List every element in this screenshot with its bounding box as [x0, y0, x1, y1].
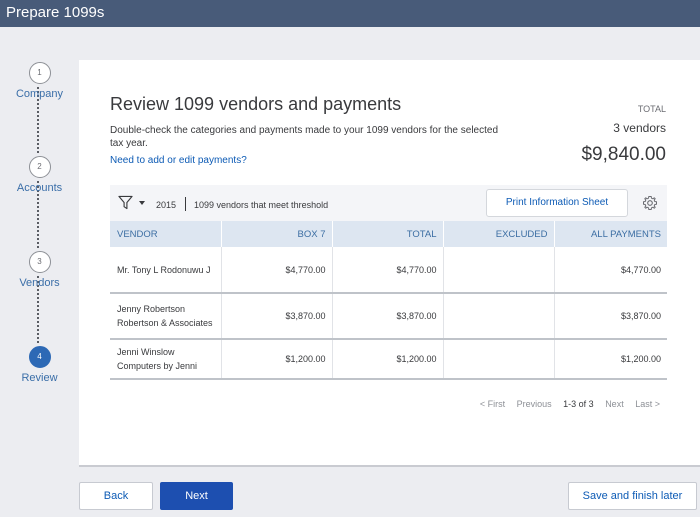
window-title: Prepare 1099s [6, 4, 105, 21]
tax-year: 2015 [156, 200, 177, 210]
filter-icon[interactable] [118, 195, 133, 210]
total-amount: $9,840.00 [581, 144, 666, 165]
vendor-cell: Jenny Robertson Robertson & Associates [110, 293, 222, 339]
step-vendors[interactable]: 3 Vendors [0, 251, 79, 289]
column-header-box7[interactable]: BOX 7 [221, 221, 333, 247]
vendor-company: Computers by Jenni [117, 361, 198, 371]
all-payments-cell: $1,200.00 [620, 354, 661, 364]
review-panel: Review 1099 vendors and payments Double-… [79, 60, 700, 465]
step-number-circle: 2 [28, 156, 51, 178]
step-label: Review [21, 372, 58, 384]
print-information-sheet-button[interactable]: Print Information Sheet [486, 189, 628, 217]
table-row[interactable]: Jenny Robertson Robertson & Associates $… [110, 293, 667, 339]
excluded-cell [443, 293, 555, 339]
chevron-down-icon[interactable] [139, 201, 145, 205]
step-number-circle: 4 [28, 346, 51, 368]
all-payments-cell: $4,770.00 [620, 264, 661, 275]
column-header-vendor[interactable]: VENDOR [110, 221, 222, 247]
page-title: Review 1099 vendors and payments [110, 94, 402, 114]
vendor-cell: Mr. Tony L Rodonuwu J [110, 247, 222, 293]
divider [185, 197, 186, 211]
table-row[interactable]: Mr. Tony L Rodonuwu J $4,770.00 $4,770.0… [110, 247, 667, 293]
column-header-all-payments[interactable]: ALL PAYMENTS [554, 221, 667, 247]
step-label: Company [15, 88, 64, 100]
total-cell: $3,870.00 [332, 293, 444, 339]
pagination-range: 1-3 of 3 [563, 399, 594, 409]
pagination-last[interactable]: Last > [635, 399, 660, 409]
vendors-table: VENDOR BOX 7 TOTAL EXCLUDED ALL PAYMENTS… [110, 221, 667, 380]
window-title-bar: Prepare 1099s [0, 0, 700, 27]
pagination-next[interactable]: Next [605, 399, 624, 409]
total-cell: $1,200.00 [332, 339, 444, 379]
vendor-name: Mr. Tony L Rodonuwu J [117, 264, 211, 275]
vendor-table: 2015 1099 vendors that meet threshold Pr… [110, 185, 667, 380]
vendor-cell: Jenni Winslow Computers by Jenni [110, 339, 222, 379]
table-row[interactable]: Jenni Winslow Computers by Jenni $1,200.… [110, 339, 667, 379]
excluded-cell [443, 247, 555, 293]
gear-icon[interactable] [642, 195, 658, 211]
wizard-stepper: 1 Company 2 Accounts 3 Vendors 4 Review [0, 27, 79, 467]
total-label: TOTAL [637, 104, 666, 114]
pagination: < First Previous 1-3 of 3 Next Last > [471, 399, 660, 409]
column-header-total[interactable]: TOTAL [332, 221, 444, 247]
column-header-excluded[interactable]: EXCLUDED [443, 221, 555, 247]
step-review[interactable]: 4 Review [0, 346, 79, 384]
step-number-circle: 1 [28, 62, 51, 84]
box7-cell: $4,770.00 [221, 247, 333, 293]
vendor-name: Jenny Robertson [117, 304, 186, 314]
divider [79, 465, 700, 467]
step-number-circle: 3 [28, 251, 51, 273]
vendor-company: Robertson & Associates [117, 318, 213, 328]
save-and-finish-later-button[interactable]: Save and finish later [568, 482, 697, 510]
table-header-row: VENDOR BOX 7 TOTAL EXCLUDED ALL PAYMENTS [110, 221, 667, 247]
table-toolbar: 2015 1099 vendors that meet threshold Pr… [110, 185, 667, 221]
excluded-cell [443, 339, 555, 379]
vendor-name: Jenni Winslow [117, 347, 175, 357]
step-label: Accounts [16, 182, 63, 194]
edit-payments-link[interactable]: Need to add or edit payments? [110, 155, 247, 166]
page-description: Double-check the categories and payments… [110, 125, 499, 149]
step-label: Vendors [19, 277, 60, 289]
vendor-count: 3 vendors [613, 121, 666, 135]
box7-cell: $3,870.00 [221, 293, 333, 339]
step-company[interactable]: 1 Company [0, 62, 79, 100]
filter-description: 1099 vendors that meet threshold [194, 200, 329, 210]
all-payments-cell: $3,870.00 [620, 311, 661, 321]
box7-cell: $1,200.00 [221, 339, 333, 379]
back-button[interactable]: Back [79, 482, 153, 510]
pagination-first[interactable]: < First [480, 399, 505, 409]
total-cell: $4,770.00 [332, 247, 444, 293]
next-button[interactable]: Next [160, 482, 233, 510]
pagination-previous[interactable]: Previous [517, 399, 552, 409]
step-accounts[interactable]: 2 Accounts [0, 156, 79, 194]
